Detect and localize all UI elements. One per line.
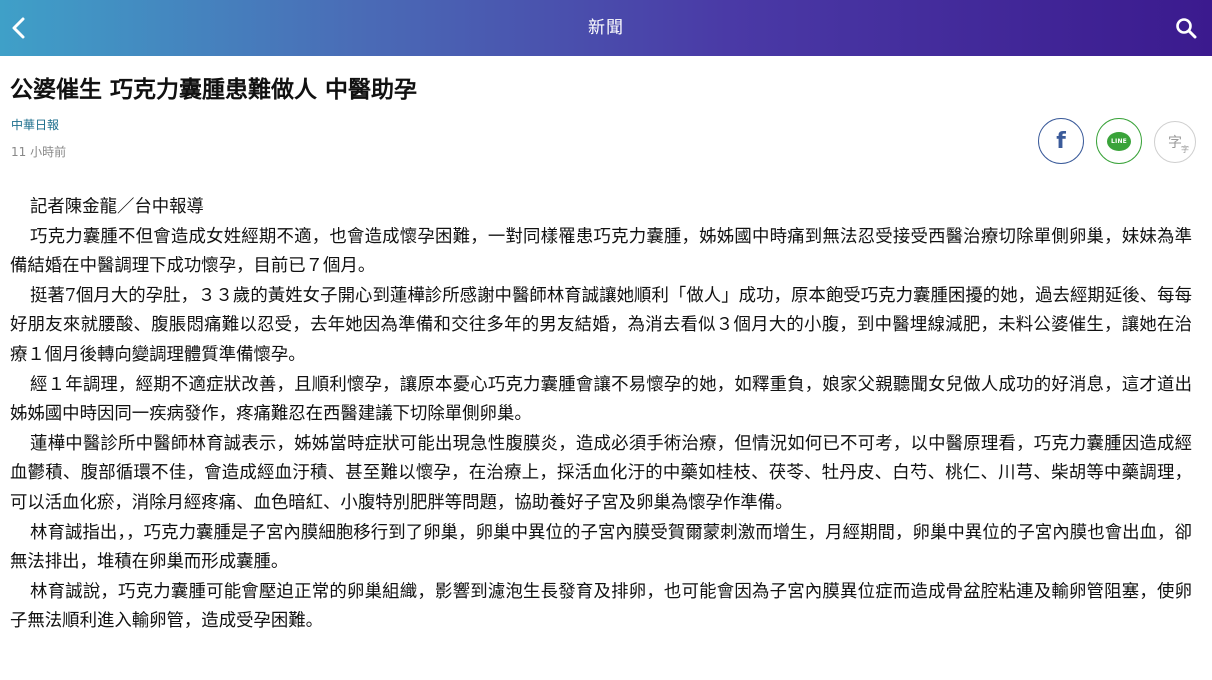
- article-paragraph: 巧克力囊腫不但會造成女姓經期不適，也會造成懷孕困難，一對同樣罹患巧克力囊腫，姊姊…: [10, 226, 1192, 277]
- article-headline: 公婆催生 巧克力囊腫患難做人 中醫助孕: [10, 76, 418, 103]
- article-paragraph: 蓮樺中醫診所中醫師林育誠表示，姊姊當時症狀可能出現急性腹膜炎，造成必須手術治療，…: [10, 433, 1192, 513]
- search-button[interactable]: [1172, 14, 1200, 42]
- article-timestamp: 11 小時前: [11, 145, 67, 159]
- facebook-icon: f: [1056, 128, 1066, 154]
- article-paragraph: 挺著7個月大的孕肚，３３歲的黃姓女子開心到蓮樺診所感謝中醫師林育誠讓她順利「做人…: [10, 285, 1192, 365]
- font-size-button[interactable]: 字字: [1154, 121, 1196, 163]
- share-facebook-button[interactable]: f: [1038, 118, 1084, 164]
- article-paragraph: 林育誠指出，，巧克力囊腫是子宮內膜細胞移行到了卵巢，卵巢中異位的子宮內膜受賀爾蒙…: [10, 522, 1192, 573]
- article-paragraph: 經１年調理，經期不適症狀改善，且順利懷孕，讓原本憂心巧克力囊腫會讓不易懷孕的她，…: [10, 374, 1192, 425]
- line-icon: LINE: [1107, 131, 1131, 151]
- article-body: 記者陳金龍／台中報導 巧克力囊腫不但會造成女姓經期不適，也會造成懷孕困難，一對同…: [10, 193, 1192, 637]
- app-header: 新聞: [0, 0, 1212, 56]
- article-paragraph: 林育誠說，巧克力囊腫可能會壓迫正常的卵巢組織，影響到濾泡生長發育及排卵，也可能會…: [10, 581, 1192, 632]
- font-size-icon: 字字: [1168, 135, 1189, 154]
- search-icon: [1176, 18, 1197, 39]
- article-paragraph: 記者陳金龍／台中報導: [30, 197, 204, 217]
- article-source-link[interactable]: 中華日報: [11, 116, 59, 133]
- page-title: 新聞: [588, 18, 624, 38]
- share-line-button[interactable]: LINE: [1096, 118, 1142, 164]
